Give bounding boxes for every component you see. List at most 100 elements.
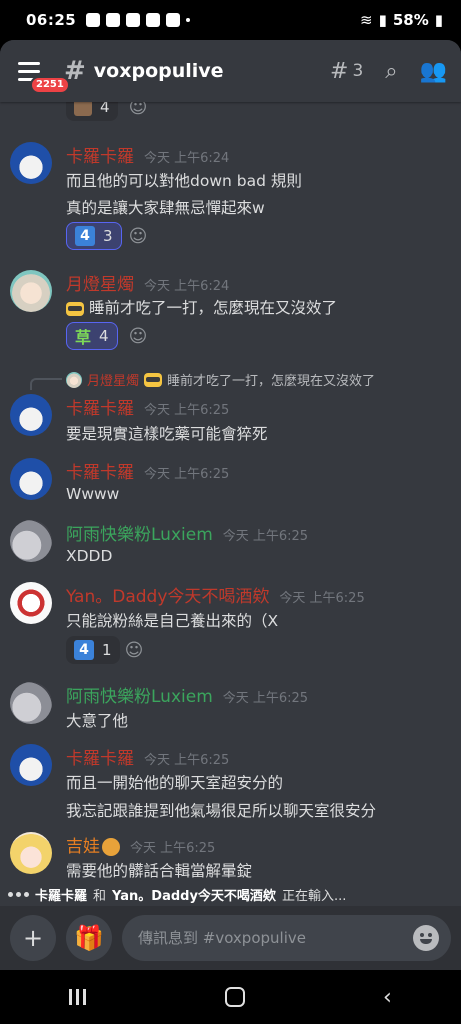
gift-icon: 🎁: [74, 924, 104, 952]
menu-button[interactable]: 2251: [18, 56, 70, 94]
add-reaction-icon[interactable]: ☺: [126, 324, 150, 348]
message-text: 而且一開始他的聊天室超安分的: [66, 774, 284, 792]
author-name[interactable]: 阿雨快樂粉Luxiem 今天 上午6:25: [66, 520, 308, 545]
home-icon[interactable]: [224, 987, 245, 1007]
message-text: 要是現實這樣吃藥可能會猝死: [66, 425, 268, 443]
author-name[interactable]: 卡羅卡羅 今天 上午6:25: [66, 744, 229, 769]
hamburger-icon-bar: [18, 69, 40, 73]
signal-icon: ▮: [378, 11, 387, 29]
reply-reference[interactable]: 月燈星燭 睡前才吃了一打，怎麼現在又沒效了: [66, 370, 375, 389]
author-name[interactable]: Yan。Daddy今天不喝酒欸 今天 上午6:25: [66, 582, 365, 607]
typing-user: Yan。Daddy今天不喝酒欸: [112, 888, 276, 904]
threads-count: 3: [352, 61, 364, 81]
timestamp: 今天 上午6:24: [144, 151, 230, 166]
avatar[interactable]: [10, 270, 52, 312]
timestamp: 今天 上午6:25: [144, 403, 230, 418]
add-reaction-icon[interactable]: ☺: [126, 102, 150, 119]
instagram-icon: [106, 13, 121, 27]
author-name-text: 月燈星燭: [66, 275, 134, 295]
members-icon[interactable]: 👥: [420, 59, 447, 84]
add-reaction-icon[interactable]: ☺: [122, 638, 146, 662]
author-name[interactable]: 月燈星燭 今天 上午6:24: [66, 270, 229, 295]
gift-button[interactable]: 🎁: [66, 915, 112, 961]
reaction-emoji-grass: 草: [75, 328, 92, 347]
timestamp: 今天 上午6:25: [144, 467, 230, 482]
status-right: ≋ ▮ 58% ▮: [360, 11, 443, 29]
notification-icons: [86, 13, 191, 27]
message-text: 我忘記跟誰提到他氣場很足所以聊天室很安分: [66, 802, 377, 820]
message-text: 真的是讓大家肆無忌憚起來w: [66, 199, 265, 217]
reaction-chip[interactable]: 4 3: [66, 222, 122, 250]
timestamp: 今天 上午6:25: [222, 691, 309, 706]
reaction-count: 1: [102, 641, 112, 659]
author-name[interactable]: 卡羅卡羅 今天 上午6:25: [66, 458, 229, 483]
author-name-text: Yan。Daddy今天不喝酒欸: [66, 587, 270, 607]
mention-badge: 2251: [30, 76, 70, 94]
author-name[interactable]: 阿雨快樂粉Luxiem 今天 上午6:25: [66, 682, 308, 707]
author-name-text: 吉娃: [66, 837, 100, 857]
add-reaction-icon[interactable]: ☺: [126, 224, 150, 248]
header-actions: # 3 ⌕ 👥: [330, 59, 447, 84]
battery-icon: ▮: [434, 11, 443, 29]
reaction-count: 4: [99, 327, 109, 345]
message-text: 睡前才吃了一打，怎麼現在又沒效了: [66, 296, 337, 318]
reply-avatar: [66, 371, 82, 388]
message-input-box[interactable]: [122, 915, 451, 961]
message-text: 只能說粉絲是自己養出來的（X: [66, 612, 279, 630]
avatar[interactable]: [10, 682, 52, 724]
avatar[interactable]: [10, 394, 52, 436]
threads-icon: #: [330, 58, 349, 84]
typing-user: 卡羅卡羅: [35, 888, 88, 904]
author-name-text: 阿雨快樂粉Luxiem: [66, 687, 213, 707]
threads-button[interactable]: # 3: [330, 59, 363, 84]
status-bar: 06:25 ≋ ▮ 58% ▮: [0, 0, 461, 40]
author-name[interactable]: 卡羅卡羅 今天 上午6:25: [66, 394, 229, 419]
status-time: 06:25: [26, 11, 77, 29]
line-icon: [86, 13, 101, 27]
add-attachment-button[interactable]: +: [10, 915, 56, 961]
author-name[interactable]: 卡羅卡羅 今天 上午6:24: [66, 142, 229, 167]
channel-name: voxpopulive: [93, 60, 224, 82]
emoji-picker-icon[interactable]: [413, 925, 439, 951]
message-input[interactable]: [138, 929, 413, 947]
reaction-emoji-icon: [74, 102, 92, 116]
author-name-text: 卡羅卡羅: [66, 147, 134, 167]
reaction-chip[interactable]: 4: [66, 102, 118, 121]
reaction-count: 3: [103, 227, 113, 245]
timestamp: 今天 上午6:25: [279, 591, 365, 606]
avatar[interactable]: [10, 142, 52, 184]
typing-dots-icon: [8, 891, 29, 897]
avatar[interactable]: [10, 458, 52, 500]
reaction-chip[interactable]: 草 4: [66, 322, 118, 350]
recent-apps-icon[interactable]: [69, 989, 87, 1005]
avatar[interactable]: [10, 832, 52, 874]
author-name[interactable]: 吉娃 今天 上午6:25: [66, 832, 215, 857]
message-text: 而且他的可以對他down bad 規則: [66, 172, 302, 190]
reaction-chip[interactable]: 4 1: [66, 636, 120, 664]
avatar[interactable]: [10, 520, 52, 562]
more-dot-icon: [186, 18, 191, 22]
hamburger-icon: [18, 61, 40, 65]
system-nav-bar: ‹: [0, 970, 461, 1024]
keycap-4-icon: 4: [74, 640, 94, 660]
message-list[interactable]: 4 ☺ 卡羅卡羅 今天 上午6:24 而且他的可以對他down bad 規則 真的…: [0, 102, 461, 882]
timestamp: 今天 上午6:25: [144, 753, 230, 768]
author-name-text: 卡羅卡羅: [66, 463, 134, 483]
plus-icon: +: [22, 924, 44, 952]
back-icon[interactable]: ‹: [383, 985, 392, 1010]
timestamp: 今天 上午6:24: [144, 279, 230, 294]
avatar[interactable]: [10, 744, 52, 786]
message-text: XDDD: [66, 547, 113, 565]
search-icon[interactable]: ⌕: [385, 59, 397, 84]
message-text: 大意了他: [66, 712, 129, 730]
message-text-content: 睡前才吃了一打，怎麼現在又沒效了: [88, 299, 337, 317]
author-name-text: 阿雨快樂粉Luxiem: [66, 525, 213, 545]
discord-app: 2251 # voxpopulive # 3 ⌕ 👥 4 ☺ 卡羅卡羅 今天 上午…: [0, 40, 461, 970]
sunglasses-mask-icon: [144, 372, 163, 387]
wifi-icon: ≋: [359, 11, 373, 29]
youtube-icon: [146, 13, 161, 27]
keycap-4-icon: 4: [75, 226, 95, 246]
hashtag-notif-icon: [166, 13, 181, 27]
avatar[interactable]: [10, 582, 52, 624]
reaction-count: 4: [100, 102, 110, 116]
